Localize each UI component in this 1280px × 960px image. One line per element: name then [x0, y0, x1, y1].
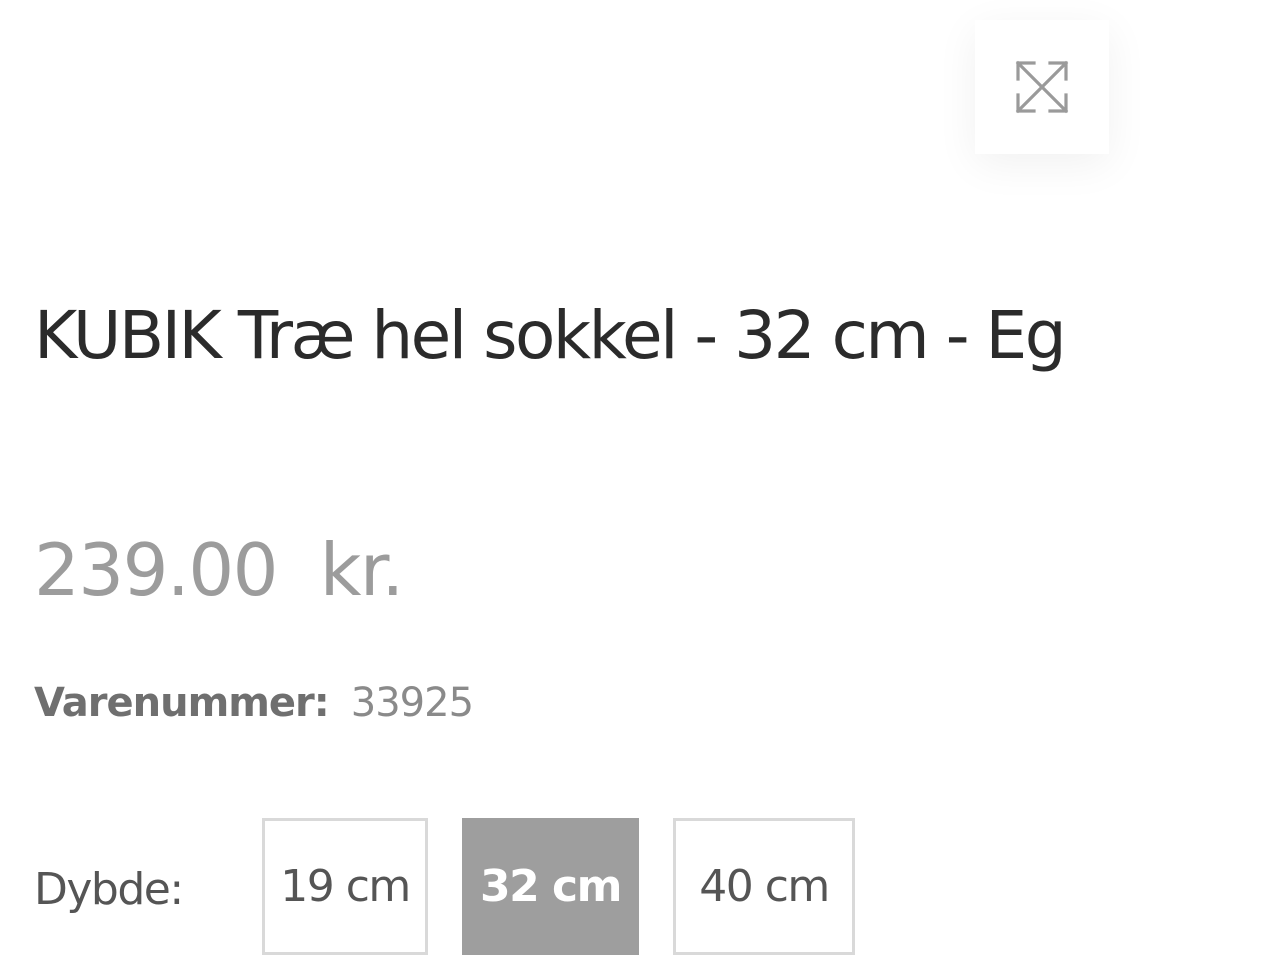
expand-image-button[interactable]	[975, 20, 1109, 154]
product-price: 239.00 kr.	[34, 528, 404, 612]
expand-arrows-icon	[1015, 60, 1069, 114]
depth-label: Dybde:	[34, 864, 184, 915]
depth-option-40-cm[interactable]: 40 cm	[673, 818, 855, 955]
product-title: KUBIK Træ hel sokkel - 32 cm - Eg	[34, 297, 1067, 374]
sku-value: 33925	[350, 680, 474, 726]
product-detail-page: KUBIK Træ hel sokkel - 32 cm - Eg 239.00…	[0, 0, 1280, 960]
depth-option-32-cm[interactable]: 32 cm	[462, 818, 639, 955]
depth-option-19-cm[interactable]: 19 cm	[262, 818, 428, 955]
sku-label: Varenummer:	[34, 680, 330, 726]
sku-row: Varenummer: 33925	[34, 676, 474, 730]
